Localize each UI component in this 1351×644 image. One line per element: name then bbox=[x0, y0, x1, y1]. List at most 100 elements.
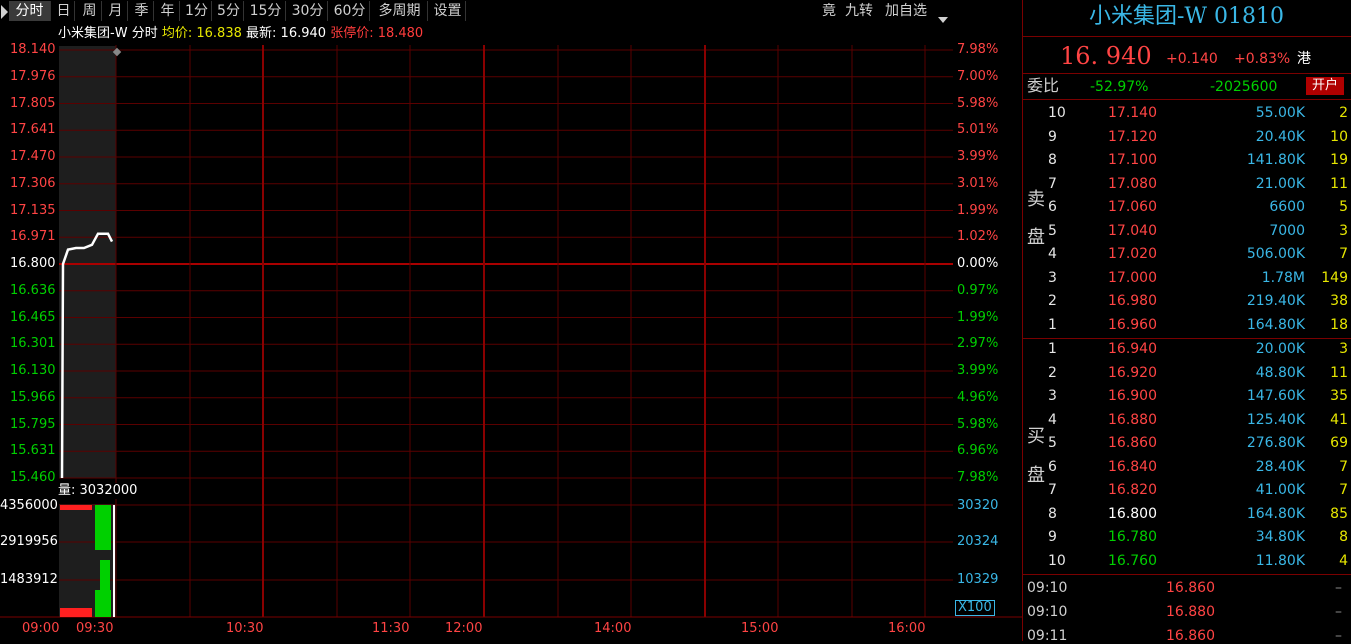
volume-bar bbox=[60, 505, 92, 510]
level-count: 11 bbox=[1330, 364, 1348, 381]
level-price: 16.960 bbox=[1108, 316, 1157, 333]
pct-tick: 1.99% bbox=[957, 202, 999, 218]
divider bbox=[1022, 73, 1351, 74]
level-count: 3 bbox=[1339, 341, 1348, 357]
volume-bar bbox=[60, 608, 92, 617]
ratio-diff: -2025600 bbox=[1210, 79, 1278, 95]
level-number: 9 bbox=[1048, 128, 1057, 145]
level-volume: 164.80K bbox=[1246, 505, 1305, 522]
level-price: 17.020 bbox=[1108, 246, 1157, 262]
level-count: 11 bbox=[1330, 175, 1348, 192]
level-number: 1 bbox=[1048, 316, 1057, 333]
pct-tick: 7.98% bbox=[957, 42, 999, 57]
level-count: 8 bbox=[1339, 529, 1348, 545]
time-tick: 10:30 bbox=[226, 621, 264, 636]
divider bbox=[1022, 338, 1351, 339]
divider bbox=[1022, 574, 1351, 575]
tick-mark: – bbox=[1335, 604, 1342, 620]
level-volume: 41.00K bbox=[1255, 482, 1305, 498]
level-volume: 1.78M bbox=[1261, 269, 1305, 286]
level-count: 18 bbox=[1330, 316, 1348, 333]
level-price: 17.080 bbox=[1108, 175, 1157, 192]
volume-multiplier: X100 bbox=[955, 600, 995, 616]
sell-side-label: 卖 bbox=[1027, 189, 1045, 210]
level-price: 16.900 bbox=[1108, 388, 1157, 404]
level-price: 16.800 bbox=[1108, 505, 1157, 522]
level-number: 3 bbox=[1048, 388, 1057, 404]
price-change-pct: +0.83% bbox=[1234, 51, 1291, 67]
level-volume: 21.00K bbox=[1255, 175, 1305, 192]
vol-left-tick: 4356000 bbox=[0, 498, 58, 513]
level-price: 16.860 bbox=[1108, 435, 1157, 451]
level-count: 85 bbox=[1330, 505, 1348, 522]
level-count: 149 bbox=[1321, 269, 1348, 286]
level-number: 6 bbox=[1048, 458, 1057, 475]
time-tick: 12:00 bbox=[445, 621, 483, 636]
pct-tick: 1.02% bbox=[957, 229, 999, 245]
level-price: 17.060 bbox=[1108, 199, 1157, 215]
sell-side-label: 盘 bbox=[1027, 227, 1045, 248]
app-root: 分时 日 周 月 季 年 1分 5分 15分 30分 60分 多周期 设置 竟 … bbox=[0, 0, 1351, 644]
level-number: 6 bbox=[1048, 199, 1057, 215]
time-tick: 11:30 bbox=[372, 621, 410, 636]
pct-tick: 7.00% bbox=[957, 68, 999, 84]
price-tick: 15.460 bbox=[10, 470, 56, 485]
level-number: 4 bbox=[1048, 411, 1057, 428]
buy-side-label: 买 bbox=[1027, 426, 1045, 447]
vol-right-tick: 20324 bbox=[957, 534, 999, 549]
vol-left-tick: 1483912 bbox=[0, 572, 58, 587]
level-number: 7 bbox=[1048, 482, 1057, 498]
tick-mark: – bbox=[1335, 580, 1342, 596]
price-tick: 17.306 bbox=[10, 175, 56, 191]
price-tick: 17.470 bbox=[10, 149, 56, 164]
level-number: 8 bbox=[1048, 152, 1057, 168]
price-tick: 16.971 bbox=[10, 229, 56, 245]
level-price: 17.100 bbox=[1108, 152, 1157, 168]
ratio-label: 委比 bbox=[1027, 76, 1060, 95]
level-count: 5 bbox=[1339, 199, 1348, 215]
pct-tick: 0.00% bbox=[957, 256, 999, 271]
price-tick: 17.135 bbox=[10, 202, 56, 218]
level-count: 38 bbox=[1330, 293, 1348, 309]
level-count: 19 bbox=[1330, 152, 1348, 168]
volume-bar bbox=[113, 505, 115, 617]
level-volume: 20.00K bbox=[1255, 341, 1305, 357]
volume-bar bbox=[95, 505, 111, 550]
level-price: 16.920 bbox=[1108, 364, 1157, 381]
tick-time: 09:10 bbox=[1027, 580, 1068, 596]
price-tick: 16.465 bbox=[10, 309, 56, 325]
time-tick: 16:00 bbox=[888, 621, 926, 636]
price-tick: 16.301 bbox=[10, 336, 56, 352]
pct-tick: 4.96% bbox=[957, 389, 999, 405]
level-price: 16.820 bbox=[1108, 482, 1157, 498]
level-price: 17.120 bbox=[1108, 128, 1157, 145]
price-change: +0.140 bbox=[1166, 51, 1218, 67]
pct-tick: 3.01% bbox=[957, 175, 999, 191]
buy-side-label: 盘 bbox=[1027, 465, 1045, 486]
price-tick: 16.130 bbox=[10, 363, 56, 378]
level-price: 16.780 bbox=[1108, 529, 1157, 545]
price-tick: 17.805 bbox=[10, 95, 56, 111]
level-count: 7 bbox=[1339, 482, 1348, 498]
open-account-button[interactable]: 开户 bbox=[1306, 77, 1344, 95]
volume-label: 量: 3032000 bbox=[58, 483, 142, 499]
level-volume: 147.60K bbox=[1246, 388, 1305, 404]
vol-right-tick: 10329 bbox=[957, 572, 999, 587]
price-tick: 16.800 bbox=[10, 256, 56, 271]
level-count: 41 bbox=[1330, 411, 1348, 428]
level-count: 7 bbox=[1339, 458, 1348, 475]
level-volume: 164.80K bbox=[1246, 316, 1305, 333]
time-tick: 09:00 bbox=[22, 621, 60, 636]
vol-right-tick: 30320 bbox=[957, 498, 999, 513]
price-tick: 15.966 bbox=[10, 389, 56, 405]
level-volume: 219.40K bbox=[1246, 293, 1305, 309]
pct-tick: 3.99% bbox=[957, 149, 999, 164]
time-tick: 14:00 bbox=[594, 621, 632, 636]
tick-mark: – bbox=[1335, 628, 1342, 644]
level-count: 35 bbox=[1330, 388, 1348, 404]
level-volume: 7000 bbox=[1269, 222, 1305, 239]
tick-price: 16.880 bbox=[1166, 604, 1215, 620]
level-number: 2 bbox=[1048, 364, 1057, 381]
chart-grid bbox=[0, 45, 1022, 618]
level-count: 7 bbox=[1339, 246, 1348, 262]
